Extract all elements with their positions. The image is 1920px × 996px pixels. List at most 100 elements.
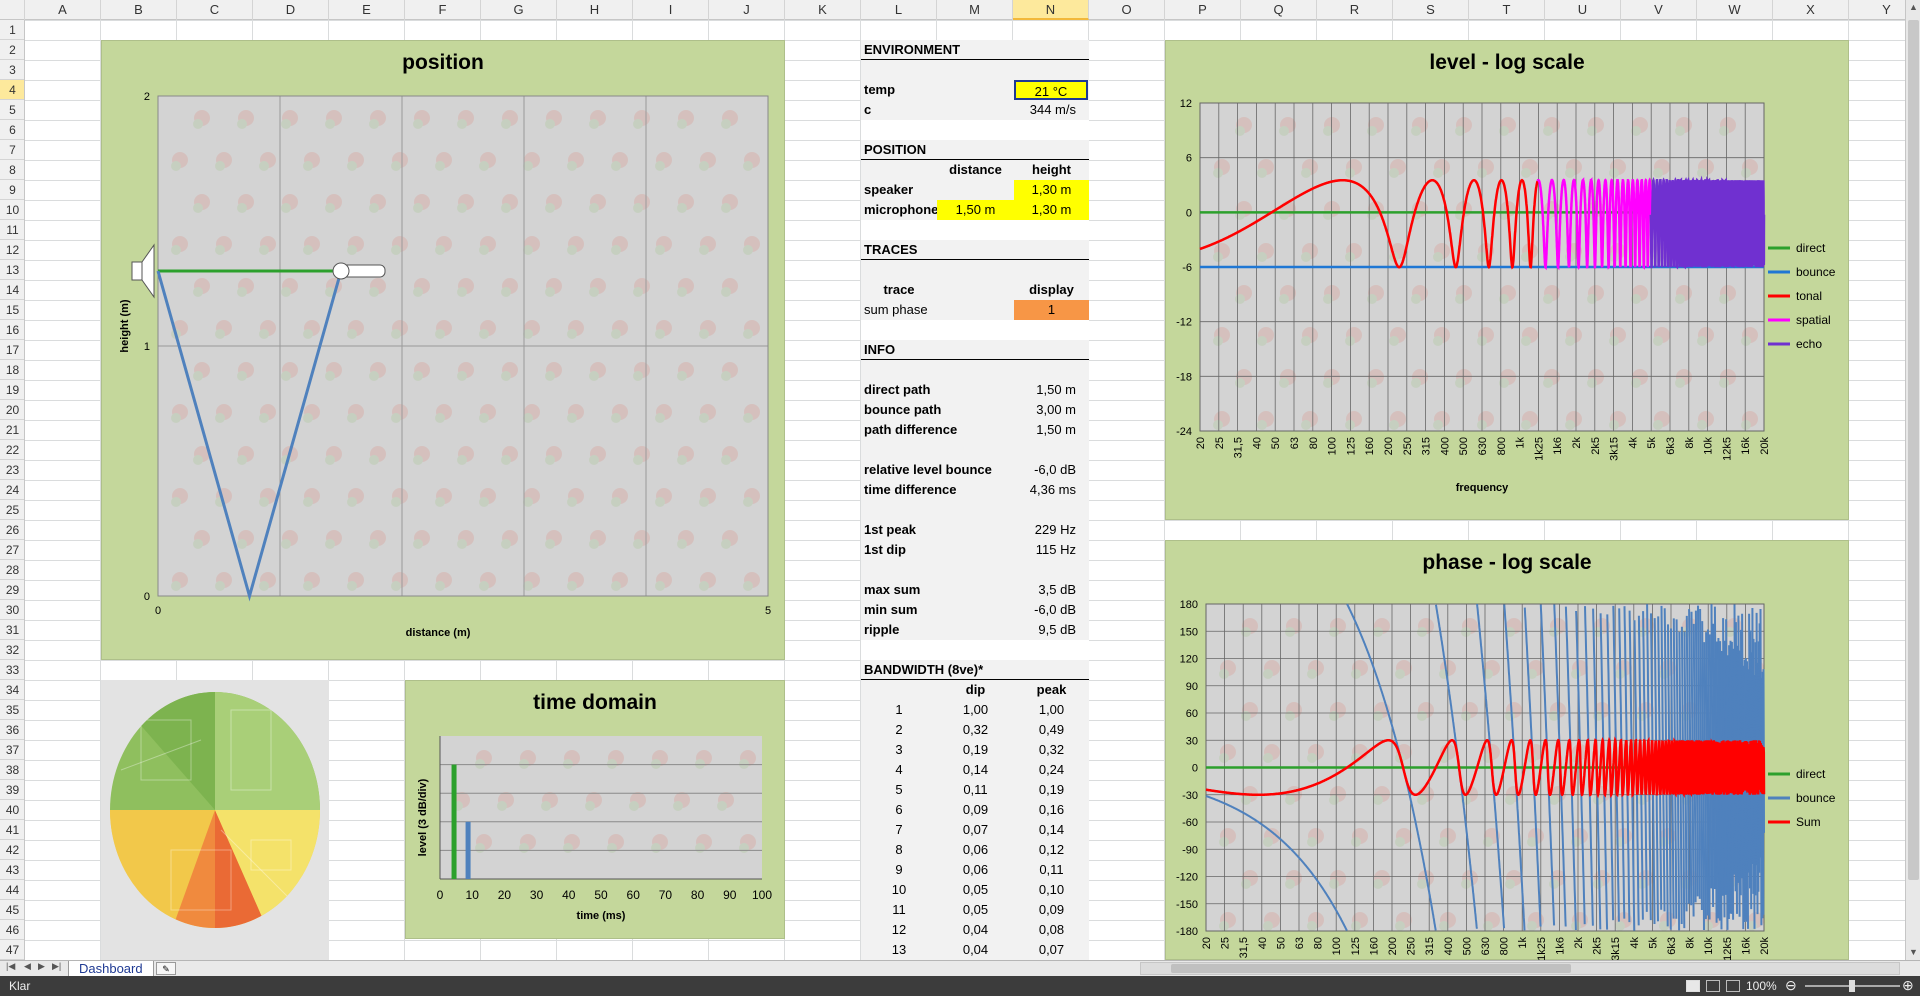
column-header[interactable]: H — [557, 0, 633, 20]
sheet-tab-dashboard[interactable]: Dashboard — [68, 961, 154, 977]
scroll-down-icon[interactable]: ▼ — [1906, 945, 1920, 960]
row-header[interactable]: 10 — [0, 200, 24, 220]
row-header[interactable]: 40 — [0, 800, 24, 820]
row-header[interactable]: 4 — [0, 80, 24, 100]
select-all-corner[interactable] — [0, 0, 25, 20]
normal-view-icon[interactable] — [1686, 980, 1700, 992]
column-header[interactable]: G — [481, 0, 557, 20]
horizontal-scrollbar[interactable] — [1140, 962, 1900, 975]
column-header[interactable]: R — [1317, 0, 1393, 20]
row-header[interactable]: 13 — [0, 260, 24, 280]
row-header[interactable]: 30 — [0, 600, 24, 620]
zoom-out-icon[interactable]: ⊖ — [1785, 977, 1797, 994]
tab-nav-last-icon[interactable]: ▶| — [52, 961, 61, 972]
row-header[interactable]: 41 — [0, 820, 24, 840]
row-header[interactable]: 9 — [0, 180, 24, 200]
row-header[interactable]: 42 — [0, 840, 24, 860]
temp-input[interactable]: 21 °C — [1014, 80, 1088, 100]
row-header[interactable]: 35 — [0, 700, 24, 720]
row-header[interactable]: 7 — [0, 140, 24, 160]
row-header[interactable]: 33 — [0, 660, 24, 680]
tab-nav-first-icon[interactable]: |◀ — [6, 961, 15, 972]
row-header[interactable]: 6 — [0, 120, 24, 140]
column-header[interactable]: E — [329, 0, 405, 20]
row-header[interactable]: 16 — [0, 320, 24, 340]
zoom-slider-thumb[interactable] — [1849, 980, 1855, 992]
page-layout-view-icon[interactable] — [1706, 980, 1720, 992]
row-header[interactable]: 3 — [0, 60, 24, 80]
row-header[interactable]: 34 — [0, 680, 24, 700]
row-header[interactable]: 46 — [0, 920, 24, 940]
column-header[interactable]: P — [1165, 0, 1241, 20]
column-header[interactable]: L — [861, 0, 937, 20]
column-header[interactable]: T — [1469, 0, 1545, 20]
column-header[interactable]: N — [1013, 0, 1089, 20]
row-header[interactable]: 21 — [0, 420, 24, 440]
row-header[interactable]: 44 — [0, 880, 24, 900]
column-header[interactable]: K — [785, 0, 861, 20]
level-chart[interactable]: level - log scale 20 25 31,5 40 50 63 80 100 125… — [1165, 40, 1849, 520]
column-header[interactable]: D — [253, 0, 329, 20]
row-header[interactable]: 20 — [0, 400, 24, 420]
tab-nav-next-icon[interactable]: ▶ — [38, 961, 45, 972]
row-header[interactable]: 1 — [0, 20, 24, 40]
page-break-view-icon[interactable] — [1726, 980, 1740, 992]
row-header[interactable]: 45 — [0, 900, 24, 920]
speaker-height-input[interactable]: 1,30 m — [1014, 180, 1089, 200]
vertical-scrollbar[interactable]: ▲ ▼ — [1905, 0, 1920, 960]
row-header[interactable]: 32 — [0, 640, 24, 660]
column-header[interactable]: C — [177, 0, 253, 20]
column-header[interactable]: U — [1545, 0, 1621, 20]
row-header[interactable]: 26 — [0, 520, 24, 540]
row-header[interactable]: 47 — [0, 940, 24, 960]
row-header[interactable]: 27 — [0, 540, 24, 560]
row-header[interactable]: 22 — [0, 440, 24, 460]
microphone-distance-input[interactable]: 1,50 m — [937, 200, 1014, 220]
time-domain-chart[interactable]: time domain 0 10 20 30 40 50 60 70 80 90 100 time (… — [405, 680, 785, 939]
column-header[interactable]: B — [101, 0, 177, 20]
row-header[interactable]: 18 — [0, 360, 24, 380]
row-header[interactable]: 43 — [0, 860, 24, 880]
phase-chart[interactable]: phase - log scale 20 25 31,5 40 50 63 80 100 125… — [1165, 540, 1849, 961]
row-header[interactable]: 29 — [0, 580, 24, 600]
tab-nav-prev-icon[interactable]: ◀ — [24, 961, 31, 972]
zoom-slider[interactable] — [1805, 980, 1900, 992]
column-header[interactable]: O — [1089, 0, 1165, 20]
horizontal-scroll-thumb[interactable] — [1171, 964, 1571, 973]
column-header[interactable]: X — [1773, 0, 1849, 20]
row-header[interactable]: 37 — [0, 740, 24, 760]
position-chart[interactable]: position 0 5 0 1 2 distance (m) height (m) — [101, 40, 785, 660]
column-header[interactable]: V — [1621, 0, 1697, 20]
row-header[interactable]: 12 — [0, 240, 24, 260]
zoom-in-icon[interactable]: ⊕ — [1902, 977, 1914, 994]
row-header[interactable]: 28 — [0, 560, 24, 580]
row-header[interactable]: 5 — [0, 100, 24, 120]
column-header[interactable]: M — [937, 0, 1013, 20]
column-header[interactable]: I — [633, 0, 709, 20]
row-header[interactable]: 8 — [0, 160, 24, 180]
column-header[interactable]: F — [405, 0, 481, 20]
row-header[interactable]: 2 — [0, 40, 24, 60]
new-sheet-icon[interactable]: ✎ — [156, 962, 176, 975]
row-header[interactable]: 36 — [0, 720, 24, 740]
row-header[interactable]: 17 — [0, 340, 24, 360]
row-header[interactable]: 38 — [0, 760, 24, 780]
row-header[interactable]: 23 — [0, 460, 24, 480]
row-header[interactable]: 19 — [0, 380, 24, 400]
row-header[interactable]: 14 — [0, 280, 24, 300]
row-header[interactable]: 25 — [0, 500, 24, 520]
column-header[interactable]: S — [1393, 0, 1469, 20]
trace-display-input[interactable]: 1 — [1014, 300, 1089, 320]
row-header[interactable]: 39 — [0, 780, 24, 800]
column-header[interactable]: W — [1697, 0, 1773, 20]
column-header[interactable]: Q — [1241, 0, 1317, 20]
row-header[interactable]: 11 — [0, 220, 24, 240]
scroll-up-icon[interactable]: ▲ — [1906, 0, 1920, 15]
row-header[interactable]: 31 — [0, 620, 24, 640]
scroll-thumb[interactable] — [1908, 20, 1919, 880]
column-header[interactable]: J — [709, 0, 785, 20]
row-header[interactable]: 24 — [0, 480, 24, 500]
microphone-height-input[interactable]: 1,30 m — [1014, 200, 1089, 220]
row-header[interactable]: 15 — [0, 300, 24, 320]
column-header[interactable]: A — [25, 0, 101, 20]
